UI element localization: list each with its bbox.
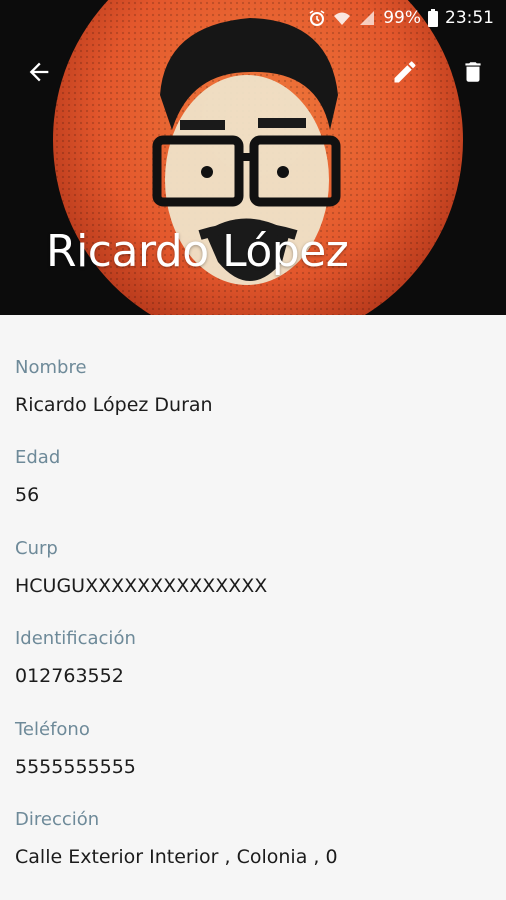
field-value: HCUGUXXXXXXXXXXXXXX xyxy=(15,575,268,597)
edit-button[interactable] xyxy=(383,52,427,96)
field-curp: Curp HCUGUXXXXXXXXXXXXXX xyxy=(15,538,495,597)
battery-percent: 99% xyxy=(383,8,421,28)
trash-icon xyxy=(460,58,486,90)
field-label: Dirección xyxy=(15,809,100,830)
field-telefono: Teléfono 5555555555 xyxy=(15,719,495,778)
field-value: 012763552 xyxy=(15,665,124,687)
clock: 23:51 xyxy=(445,8,494,28)
delete-button[interactable] xyxy=(451,52,495,96)
field-label: Nombre xyxy=(15,357,87,378)
field-value: 5555555555 xyxy=(15,756,136,778)
arrow-left-icon xyxy=(25,58,53,90)
field-edad: Edad 56 xyxy=(15,447,495,506)
field-label: Curp xyxy=(15,538,58,559)
toolbar xyxy=(0,52,506,96)
field-value: Calle Exterior Interior , Colonia , 0 xyxy=(15,846,338,868)
pencil-icon xyxy=(391,58,419,90)
field-identificacion: Identificación 012763552 xyxy=(15,628,495,687)
profile-header: 99% 23:51 Ricardo López xyxy=(0,0,506,315)
field-direccion: Dirección Calle Exterior Interior , Colo… xyxy=(15,809,495,868)
field-label: Identificación xyxy=(15,628,136,649)
signal-icon xyxy=(358,9,376,27)
contact-name-title: Ricardo López xyxy=(46,226,349,277)
field-value: 56 xyxy=(15,484,40,506)
field-nombre: Nombre Ricardo López Duran xyxy=(15,357,495,416)
wifi-icon xyxy=(333,9,351,27)
alarm-icon xyxy=(308,9,326,27)
status-bar: 99% 23:51 xyxy=(0,0,506,36)
field-label: Edad xyxy=(15,447,61,468)
field-value: Ricardo López Duran xyxy=(15,394,213,416)
back-button[interactable] xyxy=(17,52,61,96)
battery-icon xyxy=(428,9,438,27)
field-label: Teléfono xyxy=(15,719,90,740)
